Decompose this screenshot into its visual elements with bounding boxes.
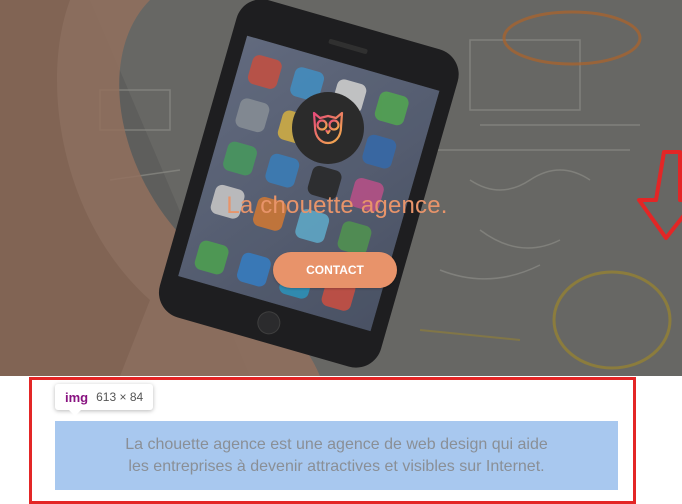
owl-logo — [292, 92, 364, 164]
red-down-arrow-icon — [637, 150, 682, 240]
contact-button[interactable]: CONTACT — [273, 252, 397, 288]
description-line-1: La chouette agence est une agence de web… — [125, 435, 548, 453]
description-image: La chouette agence est une agence de web… — [55, 421, 618, 490]
description-line-2: les entreprises à devenir attractives et… — [128, 457, 545, 475]
tooltip-dimensions: 613 × 84 — [96, 390, 144, 404]
tooltip-tag-name: img — [65, 389, 89, 405]
hero-overlay — [0, 0, 682, 376]
hero-banner: La chouette agence. CONTACT — [0, 0, 682, 376]
hero-title: La chouette agence. — [226, 192, 448, 219]
devtools-element-tooltip: img 613 × 84 — [55, 384, 154, 416]
owl-icon — [312, 111, 344, 149]
